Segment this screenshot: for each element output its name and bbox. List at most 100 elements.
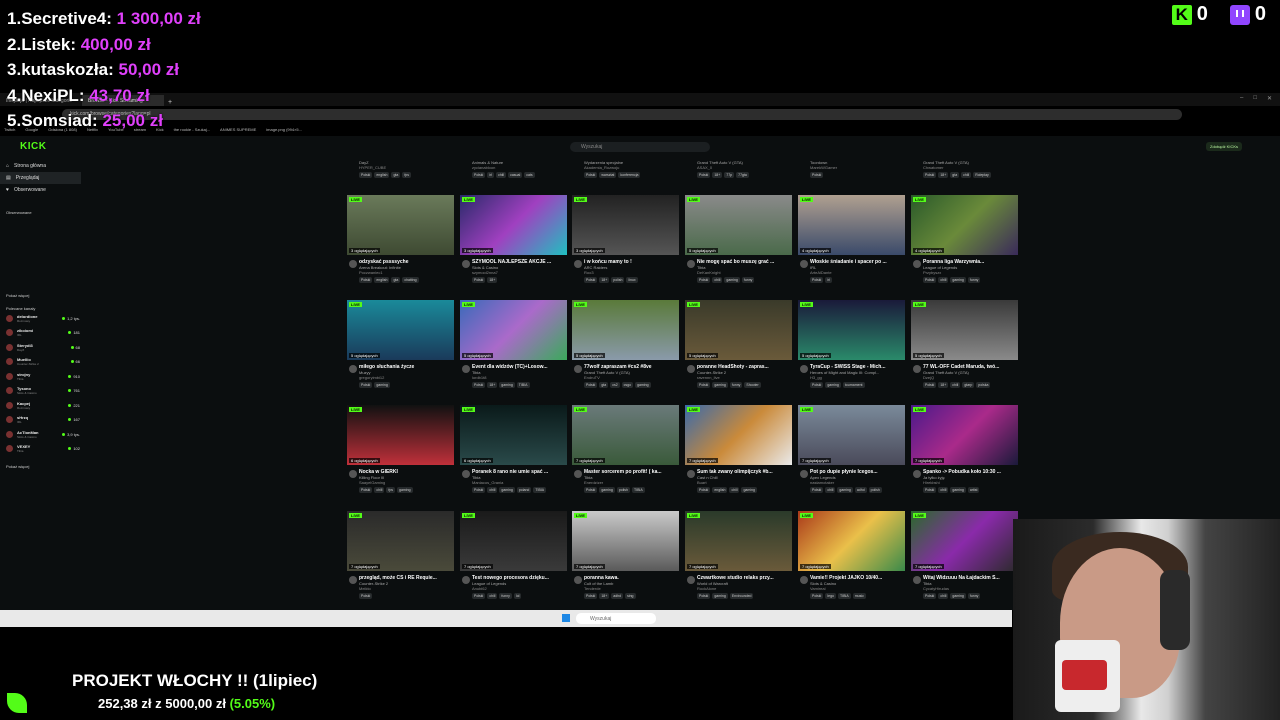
tag[interactable]: Polski (697, 593, 711, 599)
stream-card[interactable]: LIVE 5 oglądających miłego słuchania życze… (347, 300, 454, 388)
tag[interactable]: Polski (923, 593, 937, 599)
recommended-channel[interactable]: sHrzq IRL 167 (0, 413, 84, 428)
tag[interactable]: polish (616, 487, 630, 493)
stream-card[interactable]: LIVE 5 oglądających Nie mogę spać bo muszę… (685, 195, 792, 283)
tag[interactable]: 18+ (938, 382, 949, 388)
tag[interactable]: chill (961, 172, 972, 178)
stream-user[interactable]: Anubi62 (472, 586, 567, 591)
stream-user[interactable]: MarekWGamer (810, 165, 905, 170)
stream-card[interactable]: LIVE 5 oglądających TyraCup - SWISS Stage … (798, 300, 905, 388)
stream-user[interactable]: ravennn_live (697, 375, 792, 380)
tag[interactable]: adhd (611, 593, 624, 599)
recommended-channel[interactable]: zikoiomi IRL 181 (0, 326, 84, 341)
tag[interactable]: Polski (472, 172, 486, 178)
streamer-avatar[interactable] (913, 576, 921, 584)
tag[interactable]: gaming (499, 382, 515, 388)
stream-user[interactable]: Przybyszx (923, 270, 1018, 275)
tag[interactable]: konferencja (618, 172, 641, 178)
streamer-avatar[interactable] (349, 365, 357, 373)
stream-thumbnail[interactable]: LIVE 4 oglądających (798, 195, 905, 255)
stream-user[interactable]: Tenderde (584, 586, 679, 591)
stream-card[interactable]: LIVE 3 oglądających SZYMOOL NAJLEPSZE AKCJ… (460, 195, 567, 283)
stream-user[interactable]: H3_gg (810, 375, 905, 380)
stream-user[interactable]: SaayelGaming (359, 480, 454, 485)
streamer-avatar[interactable] (687, 365, 695, 373)
tag[interactable]: casual (508, 172, 523, 178)
recommended-channel[interactable]: Sterydi3 DayZ 68 (0, 340, 84, 355)
tag[interactable]: gta (391, 172, 401, 178)
streamer-avatar[interactable] (800, 260, 808, 268)
stream-thumbnail[interactable]: LIVE 7 oglądających (911, 405, 1018, 465)
bookmark-item[interactable]: image.png (994×5... (266, 127, 302, 132)
stream-thumbnail[interactable]: LIVE 7 oglądających (685, 405, 792, 465)
stream-thumbnail[interactable]: LIVE 7 oglądających (460, 511, 567, 571)
tag[interactable]: artist (967, 487, 980, 493)
stream-user[interactable]: zycianabloon (472, 165, 567, 170)
stream-card[interactable]: LIVE 7 oglądających Vamie!! Projekt JAJKO … (798, 511, 905, 599)
tag[interactable]: gaming (741, 487, 757, 493)
tag[interactable]: TIBIA (516, 382, 530, 388)
tag[interactable]: Polski (359, 382, 373, 388)
tag[interactable]: Polski (810, 277, 824, 283)
nav-following[interactable]: ♥ Obserwowane (0, 184, 84, 196)
tag[interactable]: Polski (584, 593, 598, 599)
stream-user[interactable]: szymool2nna7 (472, 270, 567, 275)
stream-thumbnail[interactable]: LIVE 7 oglądających (798, 511, 905, 571)
streamer-avatar[interactable] (574, 260, 582, 268)
streamer-avatar[interactable] (462, 470, 470, 478)
tag[interactable]: Polski (472, 277, 486, 283)
streamer-avatar[interactable] (462, 365, 470, 373)
tag[interactable]: Polski (584, 487, 598, 493)
tag[interactable]: gaming (397, 487, 413, 493)
stream-card[interactable]: LIVE 5 oglądających 77wolf zapraszam #cs2 … (572, 300, 679, 388)
stream-thumbnail[interactable]: LIVE 5 oglądających (685, 195, 792, 255)
streamer-avatar[interactable] (800, 470, 808, 478)
tag[interactable]: lol (513, 593, 522, 599)
windows-start-icon[interactable] (562, 614, 570, 622)
tag[interactable]: chatting (402, 277, 419, 283)
stream-card-partial[interactable]: Animals & Nature zycianabloon Polski irl chi… (460, 160, 567, 178)
tag[interactable]: linux (626, 277, 638, 283)
stream-thumbnail[interactable]: LIVE 3 oglądających (347, 195, 454, 255)
tag[interactable]: gaming (825, 382, 841, 388)
stream-user[interactable]: Chwatomer (923, 165, 1018, 170)
tag[interactable]: Polski (359, 487, 373, 493)
stream-card-partial[interactable]: Grand Theft Auto V (GTA) ASAX_0 Polski 18+ 7… (685, 160, 792, 178)
tag[interactable]: Polski (584, 277, 598, 283)
tag[interactable]: Polski (923, 382, 937, 388)
tag[interactable]: chill (496, 172, 507, 178)
tag[interactable]: TIBIA (837, 593, 851, 599)
tag[interactable]: funny (967, 277, 981, 283)
tag[interactable]: gtarp (962, 382, 975, 388)
stream-thumbnail[interactable]: LIVE 7 oglądających (572, 511, 679, 571)
stream-card[interactable]: LIVE 3 oglądających i w końcu mamy to ! ARC… (572, 195, 679, 283)
tag[interactable]: gaming (499, 487, 515, 493)
streamer-avatar[interactable] (574, 365, 582, 373)
tag[interactable]: funny (967, 593, 981, 599)
tag[interactable]: english (374, 172, 390, 178)
tag[interactable]: Polski (923, 172, 937, 178)
tag[interactable]: tournament (842, 382, 865, 388)
url-field[interactable]: kick.com/browse/categories?lang=pl (62, 108, 1182, 120)
stream-user[interactable]: CycatyHirudas (923, 586, 1018, 591)
tag[interactable]: gaming (950, 593, 966, 599)
recommended-channel[interactable]: Muellio Counter-Strike 2 66 (0, 355, 84, 370)
tag[interactable]: TIBIA (631, 487, 645, 493)
tag[interactable]: Polski (810, 382, 824, 388)
stream-thumbnail[interactable]: LIVE 5 oglądających (911, 300, 1018, 360)
stream-card[interactable]: LIVE 5 oglądających poranne HeadShoty - za… (685, 300, 792, 388)
tag[interactable]: gaming (374, 382, 390, 388)
tag[interactable]: chill (487, 593, 498, 599)
stream-card-partial[interactable]: DayZ HYPER_CUBE Polski english gta fps (347, 160, 454, 178)
stream-card[interactable]: LIVE 7 oglądających Master sorcerem po pro… (572, 405, 679, 493)
tag[interactable]: Polski (472, 487, 486, 493)
stream-card[interactable]: LIVE 7 oglądających Witaj Widzuuu Na Łajda… (911, 511, 1018, 599)
tag[interactable]: chill (729, 487, 740, 493)
stream-card-partial[interactable]: Wydarzenia specjalne Akademia_Rozwoju Pols… (572, 160, 679, 178)
tag[interactable]: gta (599, 382, 609, 388)
streamer-avatar[interactable] (913, 365, 921, 373)
tag[interactable]: gaming (712, 593, 728, 599)
stream-user[interactable]: Buart (697, 480, 792, 485)
stream-card[interactable]: LIVE 7 oglądających przegląd, może CS i RE… (347, 511, 454, 599)
tag[interactable]: gaming (837, 487, 853, 493)
